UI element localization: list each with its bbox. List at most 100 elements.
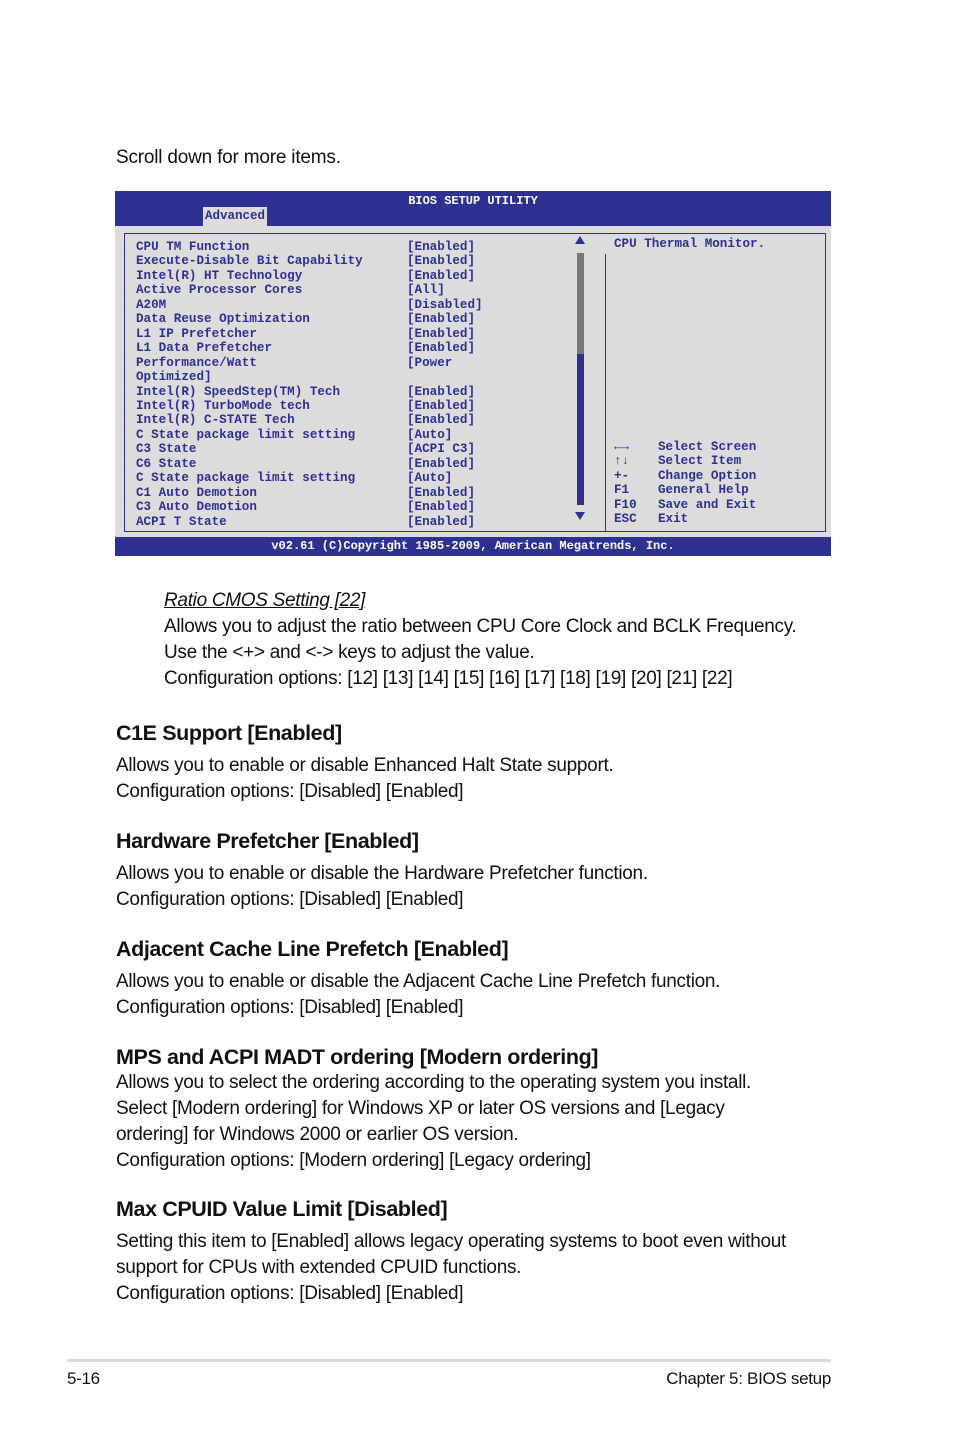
bios-item-row[interactable]: ACPI T State [Enabled] (136, 515, 483, 529)
bios-item-row[interactable]: C3 State [ACPI C3] (136, 442, 483, 456)
bios-item-value[interactable]: [Enabled] (407, 515, 475, 529)
scroll-thumb[interactable] (577, 353, 584, 505)
section-line: Configuration options: [Modern ordering]… (116, 1150, 591, 1171)
bios-scrollbar[interactable] (574, 236, 586, 520)
section-heading: Hardware Prefetcher [Enabled] (116, 829, 419, 853)
section-line: ordering] for Windows 2000 or earlier OS… (116, 1124, 519, 1145)
bios-screenshot: BIOS SETUP UTILITY Advanced CPU TM Funct… (115, 191, 831, 556)
section-line: Allows you to enable or disable the Adja… (116, 971, 721, 992)
bios-item-row[interactable]: Intel(R) HT Technology [Enabled] (136, 269, 483, 283)
bios-item-row[interactable]: L1 IP Prefetcher [Enabled] (136, 327, 483, 341)
key-name: F1 (614, 483, 630, 498)
bios-item-row[interactable]: Intel(R) SpeedStep(TM) Tech [Enabled] (136, 385, 483, 399)
bios-item-value[interactable]: [Enabled] (407, 240, 475, 254)
section-max-cpuid: Max CPUID Value Limit [Disabled] Setting… (116, 1196, 786, 1307)
tab-advanced[interactable]: Advanced (203, 207, 268, 226)
bios-item-label: CPU TM Function (136, 240, 250, 254)
bios-item-row[interactable]: Execute-Disable Bit Capability [Enabled] (136, 254, 483, 268)
bios-item-label: Execute-Disable Bit Capability (136, 254, 363, 269)
bios-item-row[interactable]: Data Reuse Optimization [Enabled] (136, 312, 483, 326)
key-name: ↑↓ (614, 454, 630, 469)
bios-item-label: L1 IP Prefetcher (136, 326, 257, 341)
subsection-line: Use the <+> and <-> keys to adjust the v… (164, 642, 535, 663)
section-heading: Adjacent Cache Line Prefetch [Enabled] (116, 937, 509, 961)
bios-item-label: A20M (136, 297, 167, 312)
key-action: General Help (658, 483, 749, 498)
bios-item-row[interactable]: Intel(R) TurboMode tech [Enabled] (136, 399, 483, 413)
bios-item-label: C State package limit setting (136, 427, 356, 442)
section-line: Allows you to enable or disable the Hard… (116, 863, 648, 884)
ratio-cmos-subsection: Ratio CMOS Setting [22] Allows you to ad… (164, 588, 797, 692)
bios-item-row[interactable]: C State package limit setting [Auto] (136, 471, 483, 485)
bios-item-row[interactable]: A20M [Disabled] (136, 298, 483, 312)
bios-item-value[interactable]: [Enabled] (407, 269, 475, 283)
key-name: F10 (614, 497, 637, 512)
chapter-label: Chapter 5: BIOS setup (666, 1369, 831, 1388)
section-line: Allows you to select the ordering accord… (116, 1072, 752, 1093)
bios-item-row[interactable]: C1 Auto Demotion [Enabled] (136, 486, 483, 500)
scroll-track[interactable] (577, 253, 584, 505)
bios-item-row[interactable]: Active Processor Cores [All] (136, 283, 483, 297)
section-heading: Max CPUID Value Limit [Disabled] (116, 1197, 448, 1221)
bios-item-value[interactable]: [Enabled] (407, 500, 475, 514)
bios-item-row[interactable]: C6 State [Enabled] (136, 457, 483, 471)
bios-item-value[interactable]: [Enabled] (407, 486, 475, 500)
key-legend-row: ESC Exit (614, 512, 756, 526)
bios-item-value[interactable]: [ACPI C3] (407, 442, 475, 456)
bios-item-value[interactable]: [Enabled] (407, 399, 475, 413)
bios-item-value[interactable]: [Enabled] (407, 385, 475, 399)
bios-item-row[interactable]: C3 Auto Demotion [Enabled] (136, 500, 483, 514)
section-line: support for CPUs with extended CPUID fun… (116, 1257, 522, 1278)
bios-frame: CPU TM Function [Enabled] Execute-Disable … (124, 233, 826, 532)
bios-item-row[interactable]: CPU TM Function [Enabled] (136, 240, 483, 254)
key-name: ←→ (614, 440, 630, 454)
footer-rule (67, 1359, 831, 1362)
bios-item-label: C1 Auto Demotion (136, 485, 257, 500)
scroll-down-arrow-icon[interactable] (575, 512, 585, 520)
bios-item-label: C3 State (136, 442, 197, 457)
bios-item-value[interactable]: [Enabled] (407, 341, 475, 355)
bios-item-row[interactable]: L1 Data Prefetcher [Enabled] (136, 341, 483, 355)
key-action: Change Option (658, 468, 757, 483)
bios-item-label: Intel(R) TurboMode tech (136, 398, 310, 413)
bios-item-row[interactable]: Intel(R) C-STATE Tech [Enabled] (136, 413, 483, 427)
bios-item-row[interactable]: Optimized] (136, 370, 483, 384)
bios-footer: v02.61 (C)Copyright 1985-2009, American … (115, 537, 831, 556)
scroll-up-arrow-icon[interactable] (575, 236, 585, 244)
bios-item-value[interactable]: [Auto] (407, 428, 452, 442)
bios-item-label: L1 Data Prefetcher (136, 341, 273, 356)
bios-item-label: Performance/Watt (136, 355, 257, 370)
bios-item-value[interactable]: [Enabled] (407, 413, 475, 427)
bios-item-value[interactable]: [Enabled] (407, 327, 475, 341)
bios-item-value[interactable]: [All] (407, 283, 445, 297)
bios-item-list: CPU TM Function [Enabled] Execute-Disable … (136, 240, 483, 529)
help-text: CPU Thermal Monitor. (614, 237, 766, 251)
bios-title: BIOS SETUP UTILITY (408, 194, 538, 208)
bios-item-value[interactable]: [Enabled] (407, 254, 475, 268)
key-action: Select Item (658, 454, 742, 469)
bios-item-value[interactable]: [Enabled] (407, 457, 475, 471)
bios-item-label: C6 State (136, 456, 197, 471)
bios-item-value[interactable]: [Enabled] (407, 312, 475, 326)
key-legend-row: ←→ Select Screen (614, 440, 756, 454)
key-legend-row: +- Change Option (614, 469, 756, 483)
section-line: Configuration options: [Disabled] [Enabl… (116, 1283, 464, 1304)
bios-item-row[interactable]: C State package limit setting [Auto] (136, 428, 483, 442)
key-name: +- (614, 468, 630, 483)
subsection-line: Configuration options: [12] [13] [14] [1… (164, 668, 733, 689)
section-line: Select [Modern ordering] for Windows XP … (116, 1098, 725, 1119)
bios-item-value[interactable]: [Power (407, 356, 452, 370)
bios-item-value[interactable]: [Disabled] (407, 298, 483, 312)
bios-item-label: Intel(R) SpeedStep(TM) Tech (136, 384, 341, 399)
key-legend-row: F1 General Help (614, 483, 756, 497)
section-heading: C1E Support [Enabled] (116, 721, 342, 745)
section-adjacent-cache-line: Adjacent Cache Line Prefetch [Enabled] A… (116, 936, 720, 1021)
section-line: Configuration options: [Disabled] [Enabl… (116, 889, 464, 910)
bios-item-value[interactable]: [Auto] (407, 471, 452, 485)
bios-item-row[interactable]: Performance/Watt [Power (136, 356, 483, 370)
section-line: Setting this item to [Enabled] allows le… (116, 1231, 787, 1252)
bios-item-label: ACPI T State (136, 514, 227, 529)
bios-item-label: C State package limit setting (136, 471, 356, 486)
bios-header: BIOS SETUP UTILITY Advanced (115, 191, 831, 226)
key-action: Exit (658, 512, 689, 527)
